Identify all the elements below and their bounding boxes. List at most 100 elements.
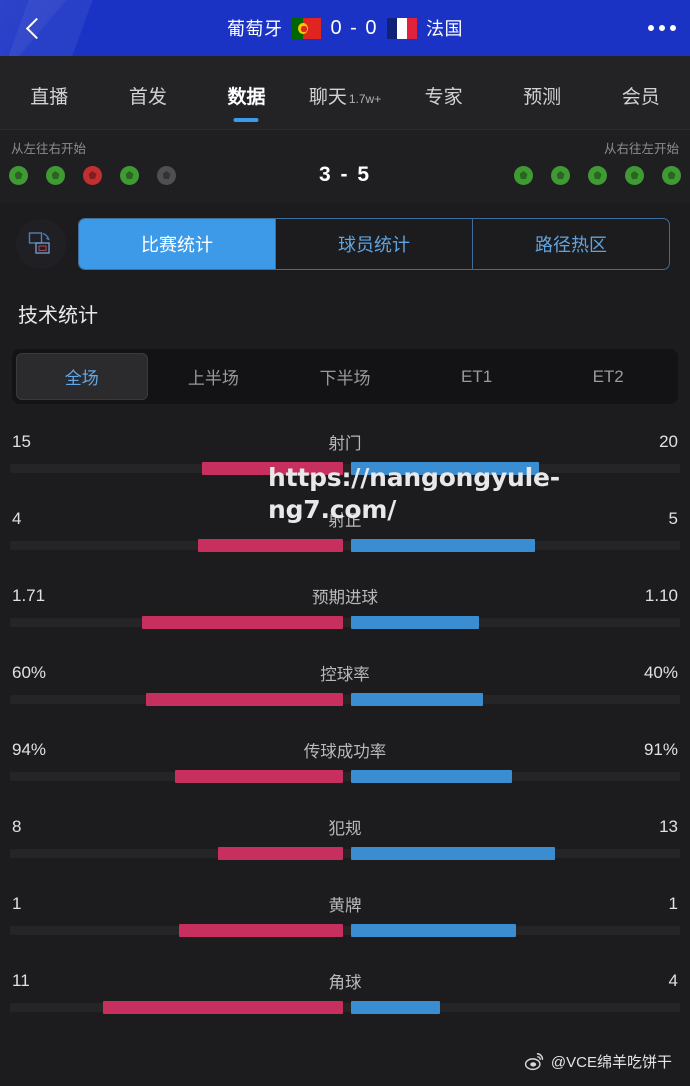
tab-label: 聊天 (308, 87, 347, 108)
tab-lineup[interactable]: 首发 (99, 56, 198, 129)
stats-view-tabs: 比赛统计 球员统计 路径热区 (78, 218, 670, 270)
stat-label: 角球 (328, 974, 362, 992)
stat-bar-track (10, 847, 680, 860)
stat-row: 11 角球 4 (0, 959, 690, 1036)
tab-live[interactable]: 直播 (0, 56, 99, 129)
stat-bar-home (198, 539, 343, 552)
period-fulltime[interactable]: 全场 (16, 353, 148, 400)
stat-bar-track (10, 1001, 680, 1014)
stat-row-header: 8 犯规 13 (10, 805, 680, 849)
stat-row: 8 犯规 13 (0, 805, 690, 882)
stat-label: 预期进球 (312, 589, 378, 607)
stat-row-header: 60% 控球率 40% (10, 651, 680, 695)
tab-label: 预测 (523, 87, 562, 108)
weibo-icon (524, 1053, 544, 1071)
chat-count-badge: 1.7w+ (348, 92, 382, 106)
signature-watermark: @VCE绵羊吃饼干 (524, 1051, 672, 1072)
penalty-shootout-panel: 从左往右开始 从右往左开始 3 - 5 (0, 130, 690, 203)
home-team-name: 葡萄牙 (226, 19, 283, 39)
penalty-ball-none (157, 165, 176, 185)
stat-bar-track (10, 924, 680, 937)
stat-label: 犯规 (328, 820, 362, 838)
stat-label: 黄牌 (328, 897, 362, 915)
stat-bar-track (10, 616, 680, 629)
tab-match-stats[interactable]: 比赛统计 (79, 219, 276, 269)
tab-chat[interactable]: 聊天 1.7w+ (296, 56, 395, 129)
away-team-name: 法国 (426, 19, 464, 39)
tab-label: 专家 (424, 87, 463, 108)
stat-bar-track (10, 539, 680, 552)
stat-bar-away (351, 847, 555, 860)
stat-home-value: 11 (12, 971, 30, 990)
tab-label: 首发 (128, 87, 167, 108)
penalty-right-label: 从右往左开始 (603, 142, 679, 156)
pitch-rotate-icon (28, 232, 50, 254)
penalty-left-label: 从左往右开始 (11, 142, 87, 156)
tab-data[interactable]: 数据 (197, 56, 296, 129)
period-second-half[interactable]: 下半场 (279, 353, 411, 400)
stat-label: 传球成功率 (303, 743, 387, 761)
stat-bar-home (142, 616, 343, 629)
stat-away-value: 40% (643, 663, 678, 682)
stat-bar-away (351, 462, 539, 475)
penalty-ball-scored (120, 165, 139, 185)
stat-row: 94% 传球成功率 91% (0, 728, 690, 805)
stat-bar-track (10, 693, 680, 706)
stat-home-value: 94% (12, 740, 47, 759)
stat-row-header: 1 黄牌 1 (10, 882, 680, 926)
tab-label: 会员 (621, 87, 660, 108)
stat-bar-away (351, 770, 513, 783)
stat-bar-away (351, 693, 483, 706)
stat-label: 射正 (328, 512, 362, 530)
stat-home-value: 4 (12, 509, 22, 528)
page-title: 技术统计 (18, 305, 98, 327)
stat-bar-home (175, 770, 343, 783)
stat-home-value: 60% (12, 663, 47, 682)
match-scoreline[interactable]: 葡萄牙 0 - 0 法国 (0, 0, 690, 56)
match-score: 0 - 0 (330, 16, 379, 39)
penalty-ball-missed (83, 165, 102, 185)
tab-heatmap[interactable]: 路径热区 (473, 219, 669, 269)
away-penalty-kicks (514, 165, 681, 185)
stat-bar-away (351, 924, 516, 937)
view-selector-bar: 比赛统计 球员统计 路径热区 (0, 203, 690, 285)
period-first-half[interactable]: 上半场 (148, 353, 280, 400)
stat-row: 60% 控球率 40% (0, 651, 690, 728)
penalty-ball-scored (46, 165, 65, 185)
stat-away-value: 13 (659, 817, 678, 836)
primary-nav-tabs: 直播 首发 数据 聊天 1.7w+ 专家 预测 会员 (0, 56, 690, 129)
tab-prediction[interactable]: 预测 (493, 56, 592, 129)
penalty-ball-scored (625, 165, 644, 185)
signature-text: @VCE绵羊吃饼干 (550, 1054, 672, 1071)
more-options-button[interactable] (648, 0, 676, 56)
period-et2[interactable]: ET2 (542, 353, 674, 400)
penalty-ball-scored (588, 165, 607, 185)
stat-bar-home (145, 693, 343, 706)
app-header: 葡萄牙 0 - 0 法国 (0, 0, 690, 56)
period-et1[interactable]: ET1 (411, 353, 543, 400)
stat-bar-home (201, 462, 343, 475)
tab-experts[interactable]: 专家 (394, 56, 493, 129)
home-penalty-kicks (9, 165, 176, 185)
penalty-ball-scored (9, 165, 28, 185)
stat-row-header: 4 射正 5 (10, 497, 680, 541)
pitch-rotate-button[interactable] (16, 219, 66, 269)
stat-home-value: 1 (12, 894, 22, 913)
stat-bar-home (178, 924, 343, 937)
stat-row: 15 射门 20 (0, 420, 690, 497)
active-tab-indicator (233, 118, 259, 122)
stat-label: 射门 (328, 435, 362, 453)
stat-row-header: 15 射门 20 (10, 420, 680, 464)
stat-bar-away (351, 616, 480, 629)
stat-away-value: 91% (643, 740, 678, 759)
tab-label: 直播 (30, 87, 69, 108)
stat-bar-away (351, 1001, 440, 1014)
stat-label: 控球率 (320, 666, 370, 684)
tab-player-stats[interactable]: 球员统计 (276, 219, 473, 269)
stat-rows-list: 15 射门 20 4 射正 5 1.71 预期进球 1.10 60% 控球率 40% 94% 传球成功率 9… (0, 420, 690, 1036)
tab-membership[interactable]: 会员 (591, 56, 690, 129)
penalty-ball-scored (514, 165, 533, 185)
stat-home-value: 15 (12, 432, 31, 451)
stat-away-value: 20 (659, 432, 678, 451)
stat-row-header: 11 角球 4 (10, 959, 680, 1003)
